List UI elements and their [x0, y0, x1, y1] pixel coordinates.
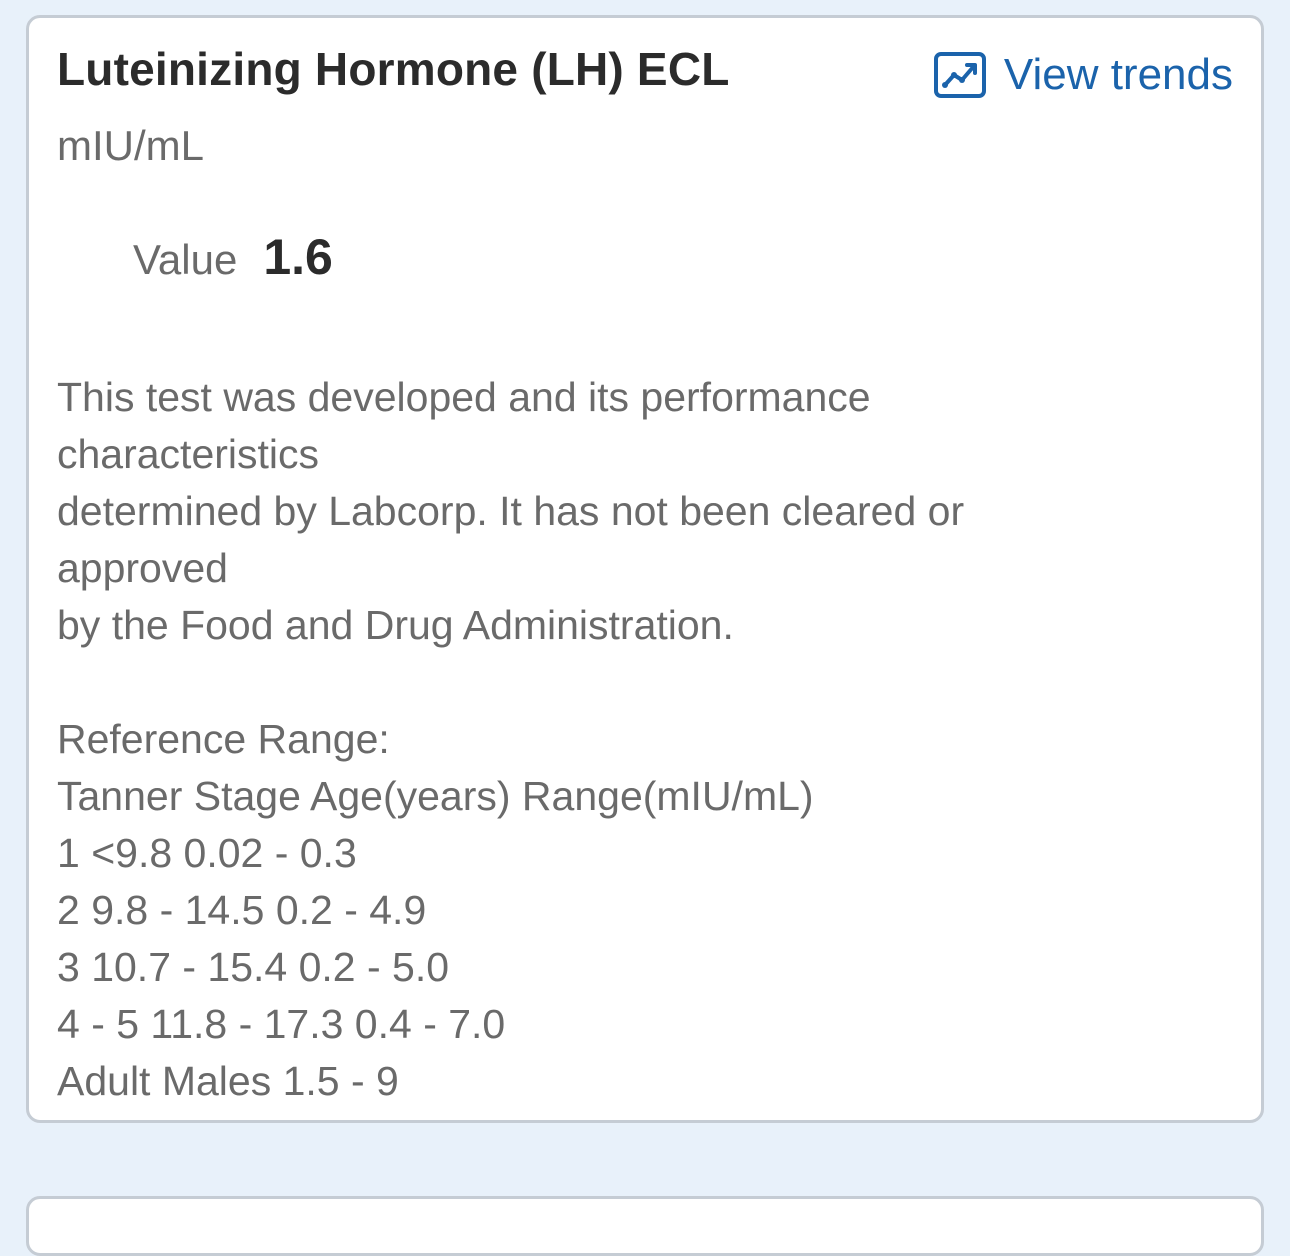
comment-line: This test was developed and its performa…	[57, 374, 871, 420]
comment-line: approved	[57, 545, 228, 591]
result-value-row: Value 1.6	[133, 228, 333, 286]
lab-result-card: Luteinizing Hormone (LH) ECL View trends…	[26, 15, 1264, 1123]
comment-line: characteristics	[57, 431, 320, 477]
result-title: Luteinizing Hormone (LH) ECL	[57, 43, 730, 95]
view-trends-label[interactable]: View trends	[1004, 50, 1233, 100]
reference-range-heading: Reference Range:	[57, 716, 390, 762]
next-result-card	[26, 1196, 1264, 1256]
result-comment: This test was developed and its performa…	[57, 369, 1217, 1110]
reference-range-row: 2 9.8 - 14.5 0.2 - 4.9	[57, 887, 427, 933]
reference-range-header: Tanner Stage Age(years) Range(mIU/mL)	[57, 773, 814, 819]
comment-line: determined by Labcorp. It has not been c…	[57, 488, 965, 534]
result-value: 1.6	[263, 229, 333, 285]
view-trends-link[interactable]: View trends	[933, 50, 1233, 100]
reference-range-row: 4 - 5 11.8 - 17.3 0.4 - 7.0	[57, 1001, 506, 1047]
trend-chart-icon	[933, 52, 986, 98]
reference-range-row: 1 <9.8 0.02 - 0.3	[57, 830, 357, 876]
value-label: Value	[133, 236, 238, 283]
reference-range-row: Adult Males 1.5 - 9	[57, 1058, 399, 1104]
reference-range-row: 3 10.7 - 15.4 0.2 - 5.0	[57, 944, 450, 990]
comment-line: by the Food and Drug Administration.	[57, 602, 734, 648]
result-unit: mIU/mL	[57, 122, 204, 169]
comment-spacer	[57, 654, 1217, 711]
